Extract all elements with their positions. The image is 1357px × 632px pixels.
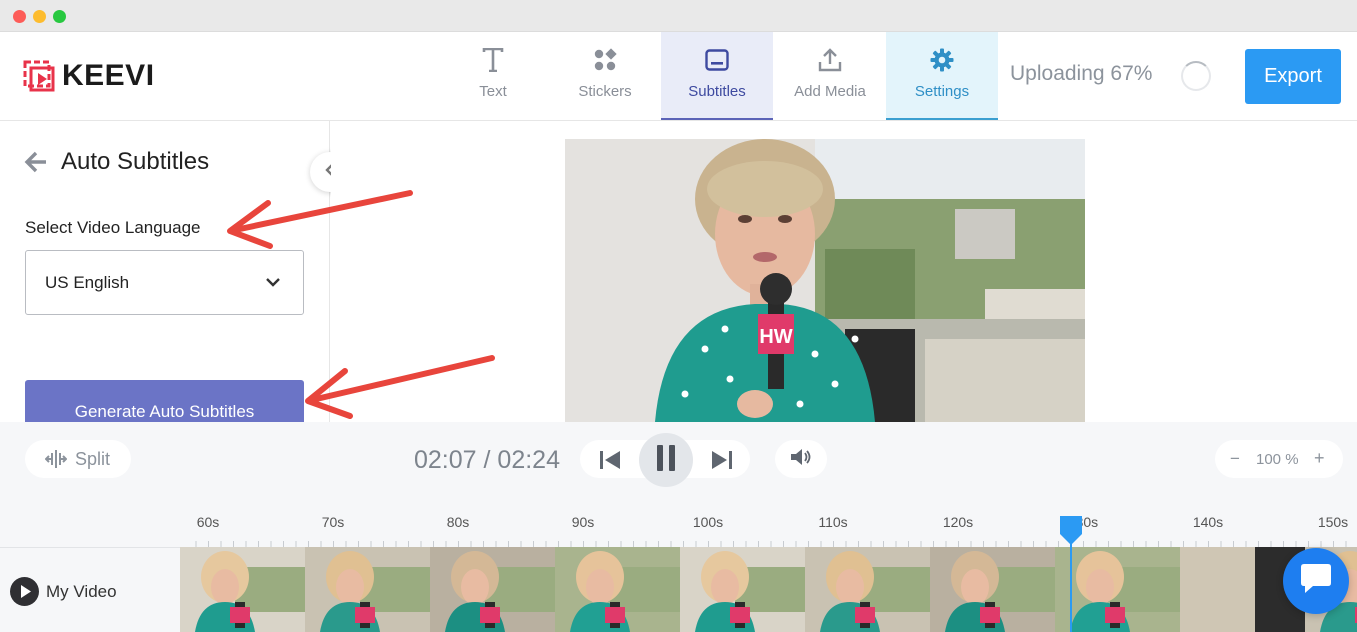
chat-icon [1299, 563, 1333, 600]
upload-status: Uploading 67% [1010, 62, 1153, 85]
panel-title: Auto Subtitles [61, 148, 210, 175]
filmstrip-frame [555, 547, 680, 632]
tab-subtitles[interactable]: Subtitles [661, 32, 773, 120]
keevi-logo[interactable]: KEEVI [22, 59, 155, 93]
filmstrip-frame [930, 547, 1055, 632]
chat-button[interactable] [1283, 548, 1349, 614]
language-label: Select Video Language [25, 218, 201, 237]
app-header: KEEVI Text Stickers Subtitles Add Media … [0, 32, 1357, 121]
track-name: My Video [46, 582, 117, 601]
zoom-out-button[interactable]: − [1230, 449, 1240, 469]
tab-stickers[interactable]: Stickers [549, 32, 661, 120]
track-play-icon[interactable] [10, 577, 39, 606]
pause-icon [656, 444, 676, 476]
video-track[interactable] [180, 547, 1357, 632]
tab-label: Stickers [578, 83, 632, 100]
close-window-button[interactable] [13, 10, 26, 23]
time-separator: / [483, 446, 491, 474]
stickers-icon [549, 47, 661, 73]
language-select[interactable]: US English [25, 250, 304, 315]
zoom-value: 100 % [1256, 451, 1299, 468]
video-preview[interactable]: HW [565, 139, 1085, 422]
svg-text:HW: HW [759, 326, 792, 348]
total-time: 02:24 [497, 446, 560, 474]
zoom-control: − 100 % + [1215, 440, 1343, 478]
split-icon [45, 449, 67, 469]
export-button[interactable]: Export [1245, 49, 1341, 104]
tab-text[interactable]: Text [437, 32, 549, 120]
volume-button[interactable] [775, 440, 827, 478]
pause-button[interactable] [639, 433, 693, 487]
filmstrip-frame [305, 547, 430, 632]
playback-controls: Split 02:07 / 02:24 − 100 % + [0, 422, 1357, 507]
skip-forward-icon[interactable] [710, 450, 734, 475]
tab-settings[interactable]: Settings [886, 32, 998, 120]
gear-icon [886, 47, 998, 73]
brand-name: KEEVI [62, 59, 155, 92]
playhead-handle[interactable] [1059, 516, 1083, 551]
filmstrip-frame [680, 547, 805, 632]
time-display: 02:07 / 02:24 [414, 446, 560, 475]
filmstrip-frame [430, 547, 555, 632]
split-label: Split [75, 448, 111, 469]
tab-label: Add Media [794, 83, 866, 100]
chevron-down-icon [265, 275, 281, 293]
minimize-window-button[interactable] [33, 10, 46, 23]
maximize-window-button[interactable] [53, 10, 66, 23]
volume-icon [790, 448, 812, 471]
language-value: US English [45, 273, 130, 292]
loading-spinner-icon [1181, 61, 1211, 91]
track-header: My Video [0, 547, 180, 632]
skip-back-icon[interactable] [598, 450, 622, 475]
zoom-in-button[interactable]: + [1314, 448, 1325, 469]
filmstrip-frame [1055, 547, 1180, 632]
tab-label: Settings [914, 83, 970, 100]
text-icon [437, 47, 549, 73]
filmstrip-frame [805, 547, 930, 632]
tab-label: Subtitles [688, 83, 746, 100]
ruler-ticks [195, 541, 1347, 547]
tab-label: Text [479, 83, 507, 100]
back-arrow-icon[interactable] [24, 150, 48, 174]
filmstrip-frame [180, 547, 305, 632]
upload-icon [774, 47, 886, 73]
tab-add-media[interactable]: Add Media [774, 32, 886, 120]
subtitles-icon [661, 47, 773, 73]
auto-subtitles-panel: Auto Subtitles Select Video Language US … [0, 121, 330, 422]
logo-icon [22, 59, 56, 93]
generate-subtitles-button[interactable]: Generate Auto Subtitles [25, 380, 304, 422]
window-titlebar [0, 0, 1357, 32]
split-button[interactable]: Split [25, 440, 131, 478]
app-window: KEEVI Text Stickers Subtitles Add Media … [0, 0, 1357, 632]
current-time: 02:07 [414, 446, 477, 474]
timeline[interactable]: 60s 70s 80s 90s 100s 110s 120s 130s 140s 150s My … [0, 507, 1357, 632]
